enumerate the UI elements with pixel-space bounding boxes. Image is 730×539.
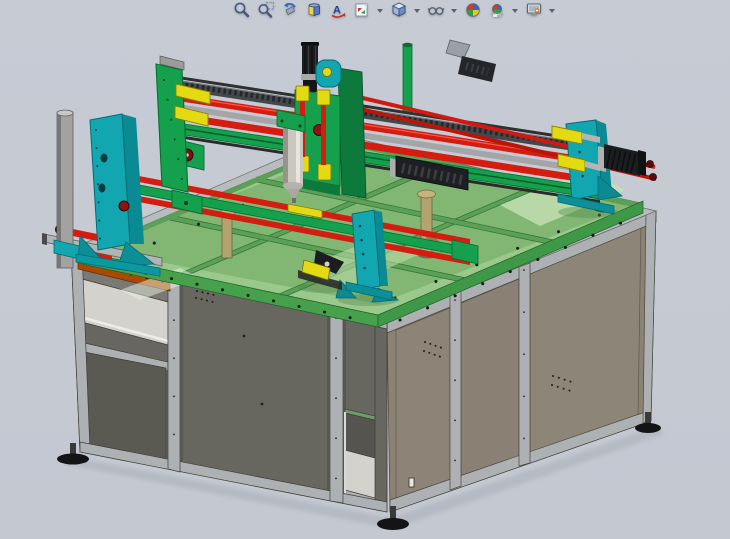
- previous-view-button[interactable]: [279, 1, 301, 22]
- edit-appearance-button[interactable]: [462, 1, 484, 22]
- apply-scene-icon: [488, 1, 506, 22]
- view-orientation-button[interactable]: [351, 1, 373, 22]
- dynamic-annotation-views-button[interactable]: A: [327, 1, 349, 22]
- section-view-icon: [305, 1, 323, 22]
- chevron-down-icon: [377, 9, 383, 13]
- chevron-down-icon: [549, 9, 555, 13]
- chevron-down-icon: [451, 9, 457, 13]
- hide-show-items-button[interactable]: [425, 1, 447, 22]
- cad-viewport[interactable]: A: [0, 0, 730, 539]
- view-orientation-icon: [353, 1, 371, 22]
- apply-scene-button[interactable]: [486, 1, 508, 22]
- display-style-button[interactable]: [388, 1, 410, 22]
- display-style-icon: [390, 1, 408, 22]
- beam-left-end-plate: [156, 56, 210, 192]
- zoom-to-area-button[interactable]: [255, 1, 277, 22]
- view-settings-icon: [525, 1, 543, 22]
- hide-show-items-icon: [427, 1, 445, 22]
- zoom-to-area-icon: [257, 1, 275, 22]
- previous-view-icon: [281, 1, 299, 22]
- chevron-down-icon: [414, 9, 420, 13]
- edit-appearance-icon: [464, 1, 482, 22]
- view-settings-dropdown[interactable]: [546, 1, 557, 22]
- annotation-views-icon: A: [329, 1, 347, 22]
- heads-up-toolbar: A: [231, 0, 558, 22]
- z-axis-carriage: [277, 42, 366, 203]
- display-style-dropdown[interactable]: [411, 1, 422, 22]
- view-settings-button[interactable]: [523, 1, 545, 22]
- zoom-to-fit-button[interactable]: [231, 1, 253, 22]
- apply-scene-dropdown[interactable]: [509, 1, 520, 22]
- view-orientation-dropdown[interactable]: [374, 1, 385, 22]
- chevron-down-icon: [512, 9, 518, 13]
- hide-show-items-dropdown[interactable]: [448, 1, 459, 22]
- right-gantry-motor: [598, 144, 646, 176]
- model-canvas[interactable]: [0, 0, 730, 539]
- zoom-to-fit-icon: [233, 1, 251, 22]
- section-view-button[interactable]: [303, 1, 325, 22]
- svg-text:A: A: [333, 4, 341, 16]
